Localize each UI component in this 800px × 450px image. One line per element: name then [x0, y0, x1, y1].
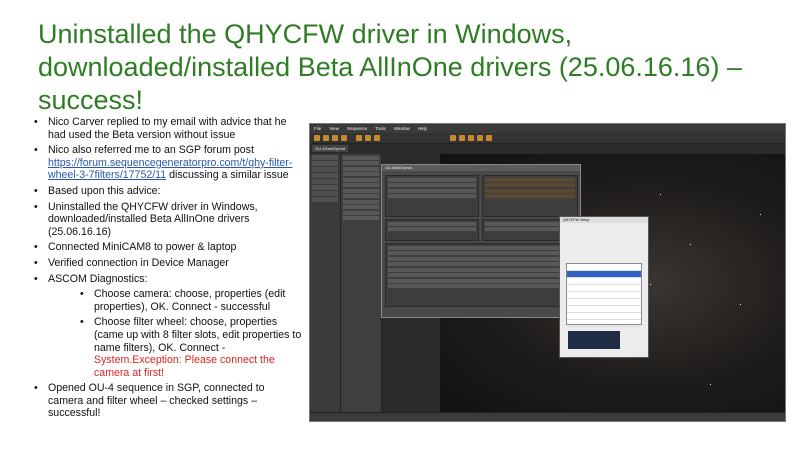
slide-title: Uninstalled the QHYCFW driver in Windows… — [38, 19, 742, 115]
toolbar-icon[interactable] — [341, 135, 347, 141]
toolbar-icon[interactable] — [356, 135, 362, 141]
bullet-item: Nico also referred me to an SGP forum po… — [34, 144, 302, 182]
toolbar-icon[interactable] — [450, 135, 456, 141]
sub-bullet-item: Choose camera: choose, properties (edit … — [34, 288, 302, 313]
sequence-window-title: OU-4GainOpenA — [382, 165, 580, 171]
toolbar-icon[interactable] — [314, 135, 320, 141]
toolbar-icon[interactable] — [477, 135, 483, 141]
toolbar-icon[interactable] — [323, 135, 329, 141]
menu-file[interactable]: File — [314, 124, 321, 133]
qhyccd-logo — [568, 331, 620, 349]
bullet-text: Nico also referred me to an SGP forum po… — [48, 144, 254, 157]
menu-help[interactable]: Help — [418, 124, 427, 133]
bullet-item: Verified connection in Device Manager — [34, 257, 302, 270]
toolbar-icon[interactable] — [486, 135, 492, 141]
status-bar — [310, 412, 785, 421]
sequence-tab[interactable]: OU-4GainOpenA — [312, 145, 349, 152]
error-text: System.Exception: Please connect the cam… — [94, 354, 275, 379]
docked-controls — [341, 154, 382, 412]
image-statistics-panel — [310, 154, 341, 412]
bullet-item: Opened OU-4 sequence in SGP, connected t… — [34, 382, 302, 420]
bullet-list: Nico Carver replied to my email with adv… — [34, 116, 302, 423]
bullet-text: discussing a similar issue — [169, 169, 289, 182]
menu-sequence[interactable]: Sequence — [347, 124, 367, 133]
toolbar-icon[interactable] — [374, 135, 380, 141]
dialog-title: QHYCFW Setup — [560, 217, 648, 223]
bullet-item: Nico Carver replied to my email with adv… — [34, 116, 302, 141]
bullet-item: Based upon this advice: — [34, 185, 302, 198]
event-table — [385, 243, 578, 307]
sequence-data-group — [385, 175, 479, 217]
menu-window[interactable]: Window — [394, 124, 410, 133]
bullet-text: Choose filter wheel: choose, properties … — [94, 316, 302, 354]
menu-view[interactable]: View — [329, 124, 339, 133]
filter-table — [566, 263, 642, 327]
toolbar-icon[interactable] — [468, 135, 474, 141]
qhycfw-setup-dialog: QHYCFW Setup — [559, 216, 649, 358]
bullet-item: Connected MiniCAM8 to power & laptop — [34, 241, 302, 254]
sub-bullet-item: Choose filter wheel: choose, properties … — [34, 316, 302, 379]
menu-tools[interactable]: Tools — [375, 124, 386, 133]
sequence-window: OU-4GainOpenA — [381, 164, 581, 318]
toolbar-icon[interactable] — [365, 135, 371, 141]
toolbar-icon[interactable] — [332, 135, 338, 141]
equipment-group — [482, 175, 578, 217]
bullet-item: ASCOM Diagnostics: — [34, 273, 302, 286]
menu-bar: File View Sequence Tools Window Help — [310, 124, 785, 133]
sgp-screenshot: File View Sequence Tools Window Help OU-… — [309, 123, 786, 422]
toolbar — [310, 133, 785, 144]
toolbar-icon[interactable] — [459, 135, 465, 141]
bullet-item: Uninstalled the QHYCFW driver in Windows… — [34, 201, 302, 239]
ou4-group — [385, 219, 479, 241]
